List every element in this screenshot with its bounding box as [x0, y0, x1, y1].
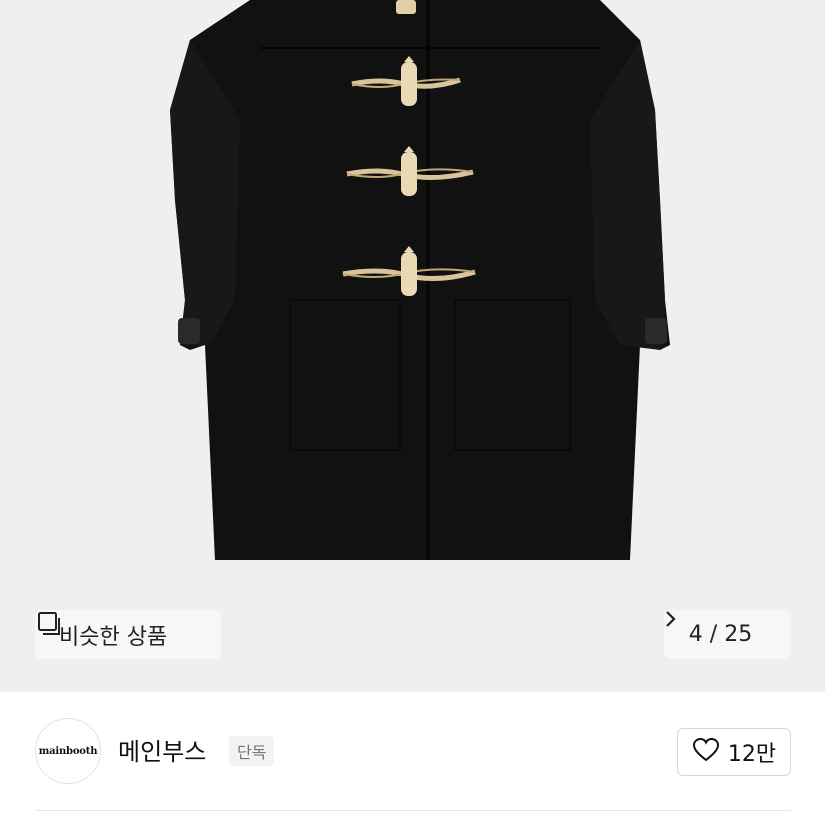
product-image[interactable]: 비슷한 상품 4 / 25: [0, 0, 825, 692]
image-counter[interactable]: 4 / 25: [664, 610, 791, 659]
heart-icon: [692, 737, 720, 767]
store-name[interactable]: 메인부스: [118, 732, 206, 767]
store-row[interactable]: mainbooth 메인부스 단독 12만: [0, 692, 825, 810]
like-button[interactable]: 12만: [677, 728, 791, 776]
exclusive-badge: 단독: [229, 736, 275, 766]
store-avatar[interactable]: mainbooth: [35, 718, 101, 784]
like-count: 12만: [727, 742, 777, 767]
duffle-coat-photo: [170, 0, 670, 560]
store-logo: mainbooth: [38, 745, 98, 757]
similar-items-label: 비슷한 상품: [59, 624, 168, 650]
image-counter-text: 4 / 25: [688, 622, 753, 647]
divider: [35, 810, 791, 811]
similar-items-button[interactable]: 비슷한 상품: [35, 610, 221, 659]
